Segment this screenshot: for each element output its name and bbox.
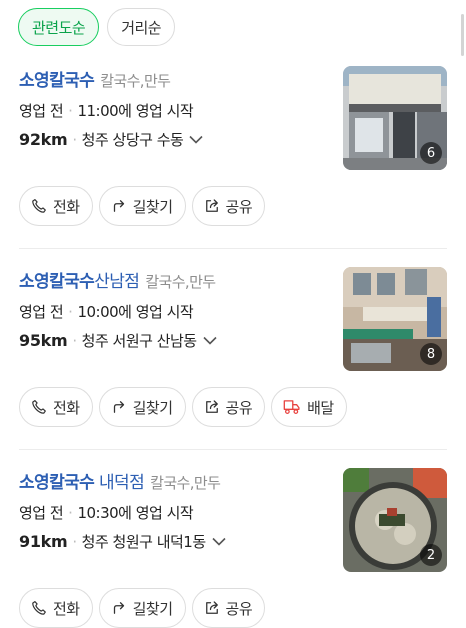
delivery-icon (282, 398, 302, 416)
directions-button[interactable]: 길찾기 (98, 387, 186, 427)
share-icon (203, 197, 221, 215)
opening-time: 11:00에 영업 시작 (77, 102, 194, 120)
separator-dot: · (72, 130, 77, 149)
directions-icon (110, 599, 128, 617)
action-buttons: 전화 길찾기 공유 배달 (19, 387, 347, 427)
delivery-button[interactable]: 배달 (271, 387, 347, 427)
phone-icon (30, 197, 48, 215)
chevron-down-icon[interactable] (203, 336, 217, 345)
divider (19, 248, 447, 249)
place-name-suffix[interactable]: 산남점 (94, 272, 140, 292)
separator-dot: · (68, 102, 73, 120)
separator-dot: · (68, 504, 73, 522)
place-photo[interactable]: 8 (343, 267, 447, 371)
action-buttons: 전화 길찾기 공유 (19, 186, 266, 226)
place-photo[interactable]: 2 (343, 468, 447, 572)
place-category: 칼국수,만두 (145, 273, 216, 291)
call-button-label: 전화 (53, 398, 80, 417)
chevron-down-icon[interactable] (189, 135, 203, 144)
share-button-label: 공유 (225, 197, 253, 216)
directions-button-label: 길찾기 (132, 398, 173, 417)
opening-time: 10:30에 영업 시작 (77, 504, 194, 522)
call-button[interactable]: 전화 (19, 588, 93, 628)
share-button[interactable]: 공유 (191, 387, 266, 427)
delivery-button-label: 배달 (307, 398, 334, 417)
place-name-suffix[interactable]: 내덕점 (94, 473, 145, 493)
distance: 95km (19, 331, 68, 350)
directions-icon (110, 398, 128, 416)
place-category: 칼국수,만두 (150, 474, 221, 492)
sort-distance-button[interactable]: 거리순 (107, 8, 176, 46)
opening-time: 10:00에 영업 시작 (77, 303, 194, 321)
place-category: 칼국수,만두 (100, 72, 171, 90)
call-button[interactable]: 전화 (19, 186, 93, 226)
address-line[interactable]: 91km · 청주 청원구 내덕1동 (19, 531, 226, 552)
share-button-label: 공유 (225, 398, 253, 417)
place-title[interactable]: 소영칼국수 칼국수,만두 (19, 66, 171, 91)
place-name[interactable]: 소영칼국수 (19, 272, 95, 292)
call-button-label: 전화 (53, 599, 80, 618)
action-buttons: 전화 길찾기 공유 (19, 588, 266, 628)
address-line[interactable]: 95km · 청주 서원구 산남동 (19, 330, 217, 351)
address: 청주 청원구 내덕1동 (81, 533, 206, 551)
phone-icon (30, 599, 48, 617)
divider (19, 449, 447, 450)
call-button[interactable]: 전화 (19, 387, 93, 427)
separator-dot: · (72, 532, 77, 551)
place-photo[interactable]: 6 (343, 66, 447, 170)
separator-dot: · (68, 303, 73, 321)
directions-button[interactable]: 길찾기 (98, 588, 186, 628)
photo-count-badge: 8 (420, 343, 442, 365)
place-name[interactable]: 소영칼국수 (19, 473, 95, 493)
directions-button-label: 길찾기 (132, 197, 173, 216)
share-icon (203, 599, 221, 617)
business-hours: 영업 전 · 10:00에 영업 시작 (19, 301, 194, 322)
phone-icon (30, 398, 48, 416)
sort-relevance-button[interactable]: 관련도순 (18, 8, 100, 46)
place-title[interactable]: 소영칼국수 내덕점 칼국수,만두 (19, 468, 221, 493)
address: 청주 상당구 수동 (81, 131, 184, 149)
business-status: 영업 전 (19, 504, 64, 522)
business-hours: 영업 전 · 10:30에 영업 시작 (19, 502, 194, 523)
place-name[interactable]: 소영칼국수 (19, 71, 95, 91)
photo-count-badge: 2 (420, 544, 442, 566)
sort-bar: 관련도순 거리순 (18, 8, 176, 46)
business-status: 영업 전 (19, 303, 64, 321)
directions-button[interactable]: 길찾기 (98, 186, 186, 226)
business-hours: 영업 전 · 11:00에 영업 시작 (19, 100, 194, 121)
address: 청주 서원구 산남동 (81, 332, 197, 350)
chevron-down-icon[interactable] (212, 537, 226, 546)
separator-dot: · (72, 331, 77, 350)
directions-button-label: 길찾기 (132, 599, 173, 618)
share-button-label: 공유 (225, 599, 253, 618)
distance: 91km (19, 532, 68, 551)
share-button[interactable]: 공유 (191, 588, 266, 628)
share-button[interactable]: 공유 (191, 186, 266, 226)
share-icon (203, 398, 221, 416)
address-line[interactable]: 92km · 청주 상당구 수동 (19, 129, 203, 150)
photo-count-badge: 6 (420, 142, 442, 164)
call-button-label: 전화 (53, 197, 80, 216)
directions-icon (110, 197, 128, 215)
business-status: 영업 전 (19, 102, 64, 120)
place-title[interactable]: 소영칼국수산남점 칼국수,만두 (19, 267, 216, 292)
distance: 92km (19, 130, 68, 149)
scroll-indicator[interactable] (461, 14, 464, 56)
